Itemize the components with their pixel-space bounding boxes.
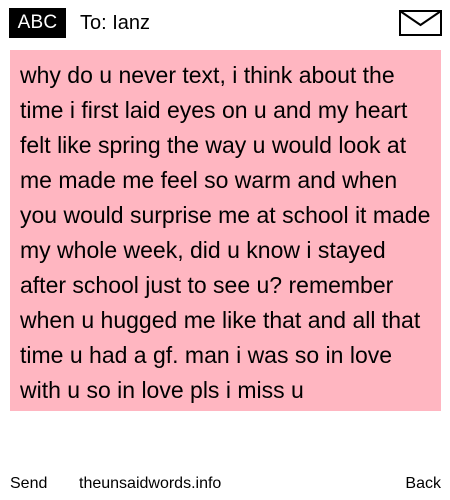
input-mode-badge: ABC <box>9 8 66 38</box>
envelope-icon <box>399 10 442 36</box>
recipient-field[interactable]: To: Ianz <box>80 8 150 38</box>
send-button[interactable]: Send <box>10 472 47 496</box>
back-button[interactable]: Back <box>405 472 441 496</box>
message-body[interactable]: why do u never text, i think about the t… <box>10 50 441 470</box>
site-label: theunsaidwords.info <box>79 475 222 492</box>
message-text[interactable]: why do u never text, i think about the t… <box>20 58 435 408</box>
softkey-bar: Send theunsaidwords.info Back <box>0 472 450 496</box>
sms-compose-screen: ABC To: Ianz why do u never text, i thin… <box>0 0 450 500</box>
compose-header: ABC To: Ianz <box>0 0 450 44</box>
